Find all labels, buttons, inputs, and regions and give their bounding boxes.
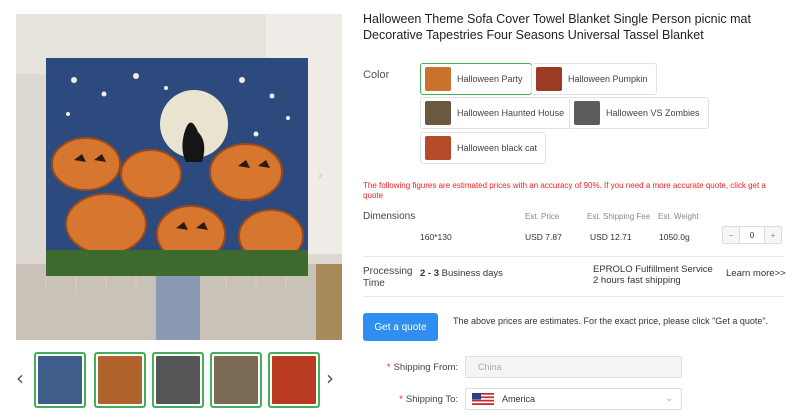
thumbnail-5[interactable] bbox=[268, 352, 320, 408]
color-swatch bbox=[425, 136, 451, 160]
color-option-halloween-pumpkin[interactable]: Halloween Pumpkin bbox=[531, 63, 657, 95]
quantity-stepper: − 0 + bbox=[722, 226, 782, 244]
required-mark: * bbox=[386, 362, 391, 373]
thumbnail-4[interactable] bbox=[210, 352, 262, 408]
fulfillment-service-name: EPROLO Fulfillment Service bbox=[593, 264, 713, 275]
processing-time-label: Processing Time bbox=[363, 266, 413, 289]
color-option-label: Halloween VS Zombies bbox=[606, 108, 700, 118]
est-weight-value: 1050.0g bbox=[659, 232, 690, 242]
processing-days: 2 - 3 Business days bbox=[420, 268, 503, 279]
color-swatch bbox=[425, 101, 451, 125]
shipping-to-label-text: Shipping To: bbox=[405, 394, 458, 405]
thumbnail-next-icon[interactable]: › bbox=[326, 368, 334, 388]
thumbnail-prev-icon[interactable]: ‹ bbox=[16, 368, 24, 388]
est-shipping-header: Est. Shipping Fee bbox=[587, 212, 651, 221]
shipping-from-label: * Shipping From: bbox=[366, 362, 458, 373]
thumbnail-2[interactable] bbox=[94, 352, 146, 408]
thumbnail-3-image bbox=[156, 356, 200, 404]
thumbnail-1-image bbox=[38, 356, 82, 404]
thumbnail-5-image bbox=[272, 356, 316, 404]
color-option-label: Halloween black cat bbox=[457, 143, 538, 153]
fulfillment-service: EPROLO Fulfillment Service 2 hours fast … bbox=[593, 264, 713, 286]
price-accuracy-notice: The following figures are estimated pric… bbox=[363, 181, 766, 200]
est-shipping-value: USD 12.71 bbox=[590, 232, 632, 242]
thumbnail-2-image bbox=[98, 356, 142, 404]
required-mark: * bbox=[399, 394, 403, 405]
product-title: Halloween Theme Sofa Cover Towel Blanket… bbox=[363, 12, 751, 42]
processing-unit: Business days bbox=[441, 268, 503, 279]
color-option-halloween-black-cat[interactable]: Halloween black cat bbox=[420, 132, 547, 164]
shipping-from-field: China bbox=[465, 356, 682, 378]
shipping-to-value: America bbox=[502, 394, 536, 404]
dimensions-label: Dimensions bbox=[363, 211, 416, 222]
color-option-label: Halloween Haunted House bbox=[457, 108, 565, 118]
color-label: Color bbox=[363, 69, 390, 81]
chevron-down-icon: ⌄ bbox=[665, 393, 673, 403]
est-price-value: USD 7.87 bbox=[525, 232, 562, 242]
get-quote-button[interactable]: Get a quote bbox=[363, 313, 438, 341]
processing-range: 2 - 3 bbox=[420, 268, 440, 279]
divider bbox=[363, 296, 783, 297]
dimension-value: 160*130 bbox=[420, 232, 452, 242]
us-flag-icon bbox=[472, 393, 494, 405]
divider bbox=[363, 256, 783, 257]
color-option-label: Halloween Party bbox=[457, 74, 523, 84]
quantity-input[interactable]: 0 bbox=[739, 227, 765, 243]
thumbnail-3[interactable] bbox=[152, 352, 204, 408]
color-option-halloween-party[interactable]: Halloween Party bbox=[420, 63, 532, 95]
est-weight-header: Est. Weight bbox=[658, 212, 699, 221]
shipping-from-label-text: Shipping From: bbox=[393, 362, 458, 373]
quote-note: The above prices are estimates. For the … bbox=[453, 316, 769, 326]
color-swatch bbox=[574, 101, 600, 125]
color-option-halloween-haunted-house[interactable]: Halloween Haunted House bbox=[420, 97, 574, 129]
gallery-next-icon[interactable]: › bbox=[318, 166, 323, 182]
color-option-halloween-vs-zombies[interactable]: Halloween VS Zombies bbox=[569, 97, 709, 129]
quantity-decrease-button[interactable]: − bbox=[723, 227, 739, 243]
shipping-to-label: * Shipping To: bbox=[366, 394, 458, 405]
thumbnail-1[interactable] bbox=[34, 352, 86, 408]
learn-more-link[interactable]: Learn more>> bbox=[726, 268, 786, 279]
thumbnail-strip: ‹ › bbox=[12, 350, 346, 410]
est-price-header: Est. Price bbox=[525, 212, 560, 221]
fulfillment-service-detail: 2 hours fast shipping bbox=[593, 275, 681, 286]
color-option-label: Halloween Pumpkin bbox=[568, 74, 648, 84]
thumbnail-4-image bbox=[214, 356, 258, 404]
main-product-image[interactable] bbox=[16, 14, 342, 340]
shipping-to-select[interactable]: America ⌄ bbox=[465, 388, 682, 410]
color-swatch bbox=[536, 67, 562, 91]
color-swatch bbox=[425, 67, 451, 91]
quantity-increase-button[interactable]: + bbox=[765, 227, 781, 243]
